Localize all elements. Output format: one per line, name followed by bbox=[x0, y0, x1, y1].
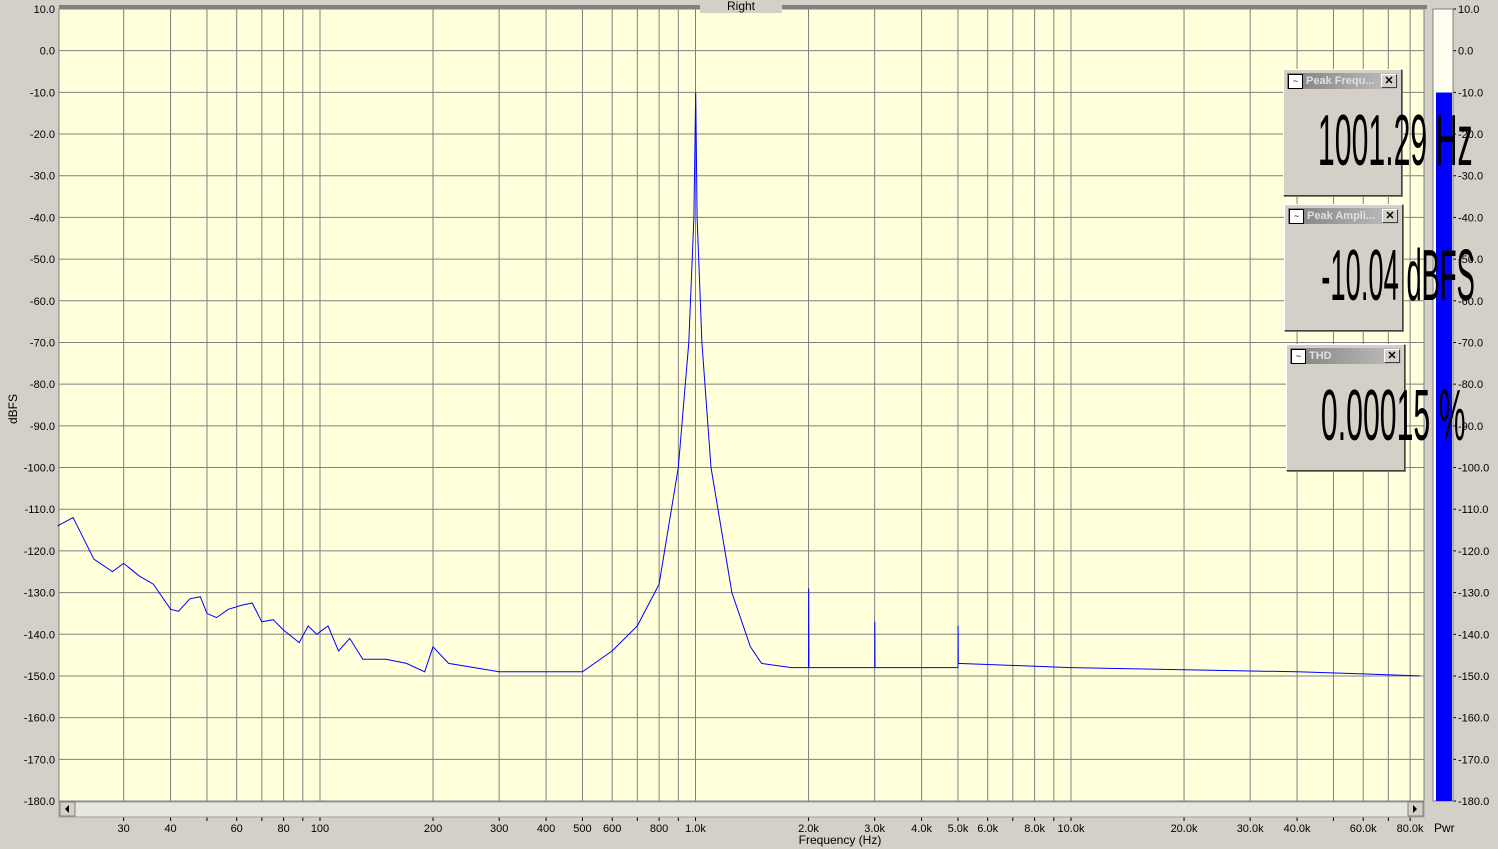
waveform-icon: ~ bbox=[1291, 349, 1306, 364]
y-tick-label: -80.0 bbox=[30, 379, 55, 391]
y-tick-label: -10.0 bbox=[30, 87, 55, 99]
spectrum-chart: 10.0 10.00.0 0.0-10.0 -10.0-20.0 -20.0-30.0-… bbox=[24, 4, 1489, 835]
y-tick-label: -40.0 bbox=[30, 212, 55, 224]
x-tick-label: 30.0k bbox=[1237, 823, 1264, 835]
y-tick-label: -110.0 bbox=[25, 504, 55, 516]
meter-tick-label: 0.0 bbox=[1458, 46, 1473, 58]
thd-value: 0.00015 % bbox=[1320, 376, 1466, 456]
chart-title: Right bbox=[700, 0, 782, 13]
y-tick-label: -170.0 bbox=[24, 754, 55, 766]
meter-tick-label: -170.0 bbox=[1458, 754, 1489, 766]
thd-panel[interactable]: THD ~ ✕ 0.00015 % bbox=[1286, 344, 1466, 471]
y-tick-label: -130.0 bbox=[24, 588, 55, 600]
y-tick-label: -120.0 bbox=[24, 546, 55, 558]
meter-tick-label: -160.0 bbox=[1458, 713, 1489, 725]
y-tick-label: -160.0 bbox=[24, 713, 55, 725]
y-tick-label: -50.0 bbox=[30, 254, 55, 266]
y-tick-label: -70.0 bbox=[30, 337, 55, 349]
y-tick-label: -20.0 bbox=[30, 129, 55, 141]
close-button[interactable]: ✕ bbox=[1382, 209, 1398, 223]
x-tick-label: 1.0k bbox=[685, 823, 706, 835]
x-tick-label: 200 bbox=[424, 823, 442, 835]
x-tick-label: 8.0k bbox=[1024, 823, 1045, 835]
x-tick-label: 10.0k bbox=[1058, 823, 1085, 835]
y-tick-label: 10.0 bbox=[34, 4, 55, 16]
x-tick-label: 6.0k bbox=[977, 823, 998, 835]
y-axis-label: dBFS bbox=[6, 394, 20, 425]
plot-area bbox=[58, 8, 1425, 802]
x-tick-label: 80 bbox=[277, 823, 289, 835]
x-tick-label: 60.0k bbox=[1350, 823, 1377, 835]
x-tick-label: 40 bbox=[164, 823, 176, 835]
close-button[interactable]: ✕ bbox=[1381, 74, 1397, 88]
meter-tick-label: -10.0 bbox=[1458, 87, 1483, 99]
meter-tick-label: -100.0 bbox=[1458, 463, 1489, 475]
y-tick-label: -60.0 bbox=[30, 296, 55, 308]
x-tick-label: 800 bbox=[650, 823, 668, 835]
x-tick-label: 30 bbox=[118, 823, 130, 835]
peak-frequency-value: 1001.29 Hz bbox=[1317, 101, 1473, 181]
x-axis-label: Frequency (Hz) bbox=[798, 833, 882, 847]
y-tick-label: -150.0 bbox=[24, 671, 55, 683]
y-tick-label: -100.0 bbox=[24, 463, 55, 475]
y-tick-label: -90.0 bbox=[30, 421, 55, 433]
meter-tick-label: 10.0 bbox=[1458, 4, 1479, 16]
x-tick-label: 20.0k bbox=[1171, 823, 1198, 835]
waveform-icon: ~ bbox=[1288, 74, 1303, 89]
meter-tick-label: -110.0 bbox=[1458, 504, 1488, 516]
x-tick-label: 300 bbox=[490, 823, 508, 835]
x-tick-label: 60 bbox=[231, 823, 243, 835]
x-tick-label: 5.0k bbox=[948, 823, 969, 835]
peak-amplitude-value: -10.04 dBFS bbox=[1321, 236, 1475, 316]
x-tick-label: 500 bbox=[573, 823, 591, 835]
x-tick-label: 100 bbox=[311, 823, 329, 835]
x-tick-label: 80.0k bbox=[1397, 823, 1424, 835]
y-tick-label: -180.0 bbox=[24, 796, 55, 808]
x-tick-label: 40.0k bbox=[1284, 823, 1311, 835]
meter-tick-label: -150.0 bbox=[1458, 671, 1489, 683]
meter-label: Pwr bbox=[1434, 821, 1455, 835]
y-tick-label: 0.0 bbox=[40, 46, 55, 58]
waveform-icon: ~ bbox=[1289, 209, 1304, 224]
peak-frequency-panel[interactable]: Peak Frequ... ~ ✕ 1001.29 Hz bbox=[1283, 69, 1473, 196]
horizontal-scrollbar[interactable] bbox=[58, 801, 1425, 818]
meter-tick-label: -140.0 bbox=[1458, 629, 1489, 641]
x-tick-label: 400 bbox=[537, 823, 555, 835]
x-tick-label: 600 bbox=[603, 823, 621, 835]
y-tick-label: -140.0 bbox=[24, 629, 55, 641]
y-tick-label: -30.0 bbox=[30, 171, 55, 183]
meter-tick-label: -70.0 bbox=[1458, 337, 1483, 349]
peak-amplitude-panel[interactable]: Peak Ampli... ~ ✕ -10.04 dBFS bbox=[1284, 204, 1475, 331]
meter-tick-label: -120.0 bbox=[1458, 546, 1489, 558]
meter-tick-label: -180.0 bbox=[1458, 796, 1489, 808]
meter-tick-label: -40.0 bbox=[1458, 212, 1483, 224]
close-button[interactable]: ✕ bbox=[1384, 349, 1400, 363]
meter-tick-label: -130.0 bbox=[1458, 588, 1489, 600]
